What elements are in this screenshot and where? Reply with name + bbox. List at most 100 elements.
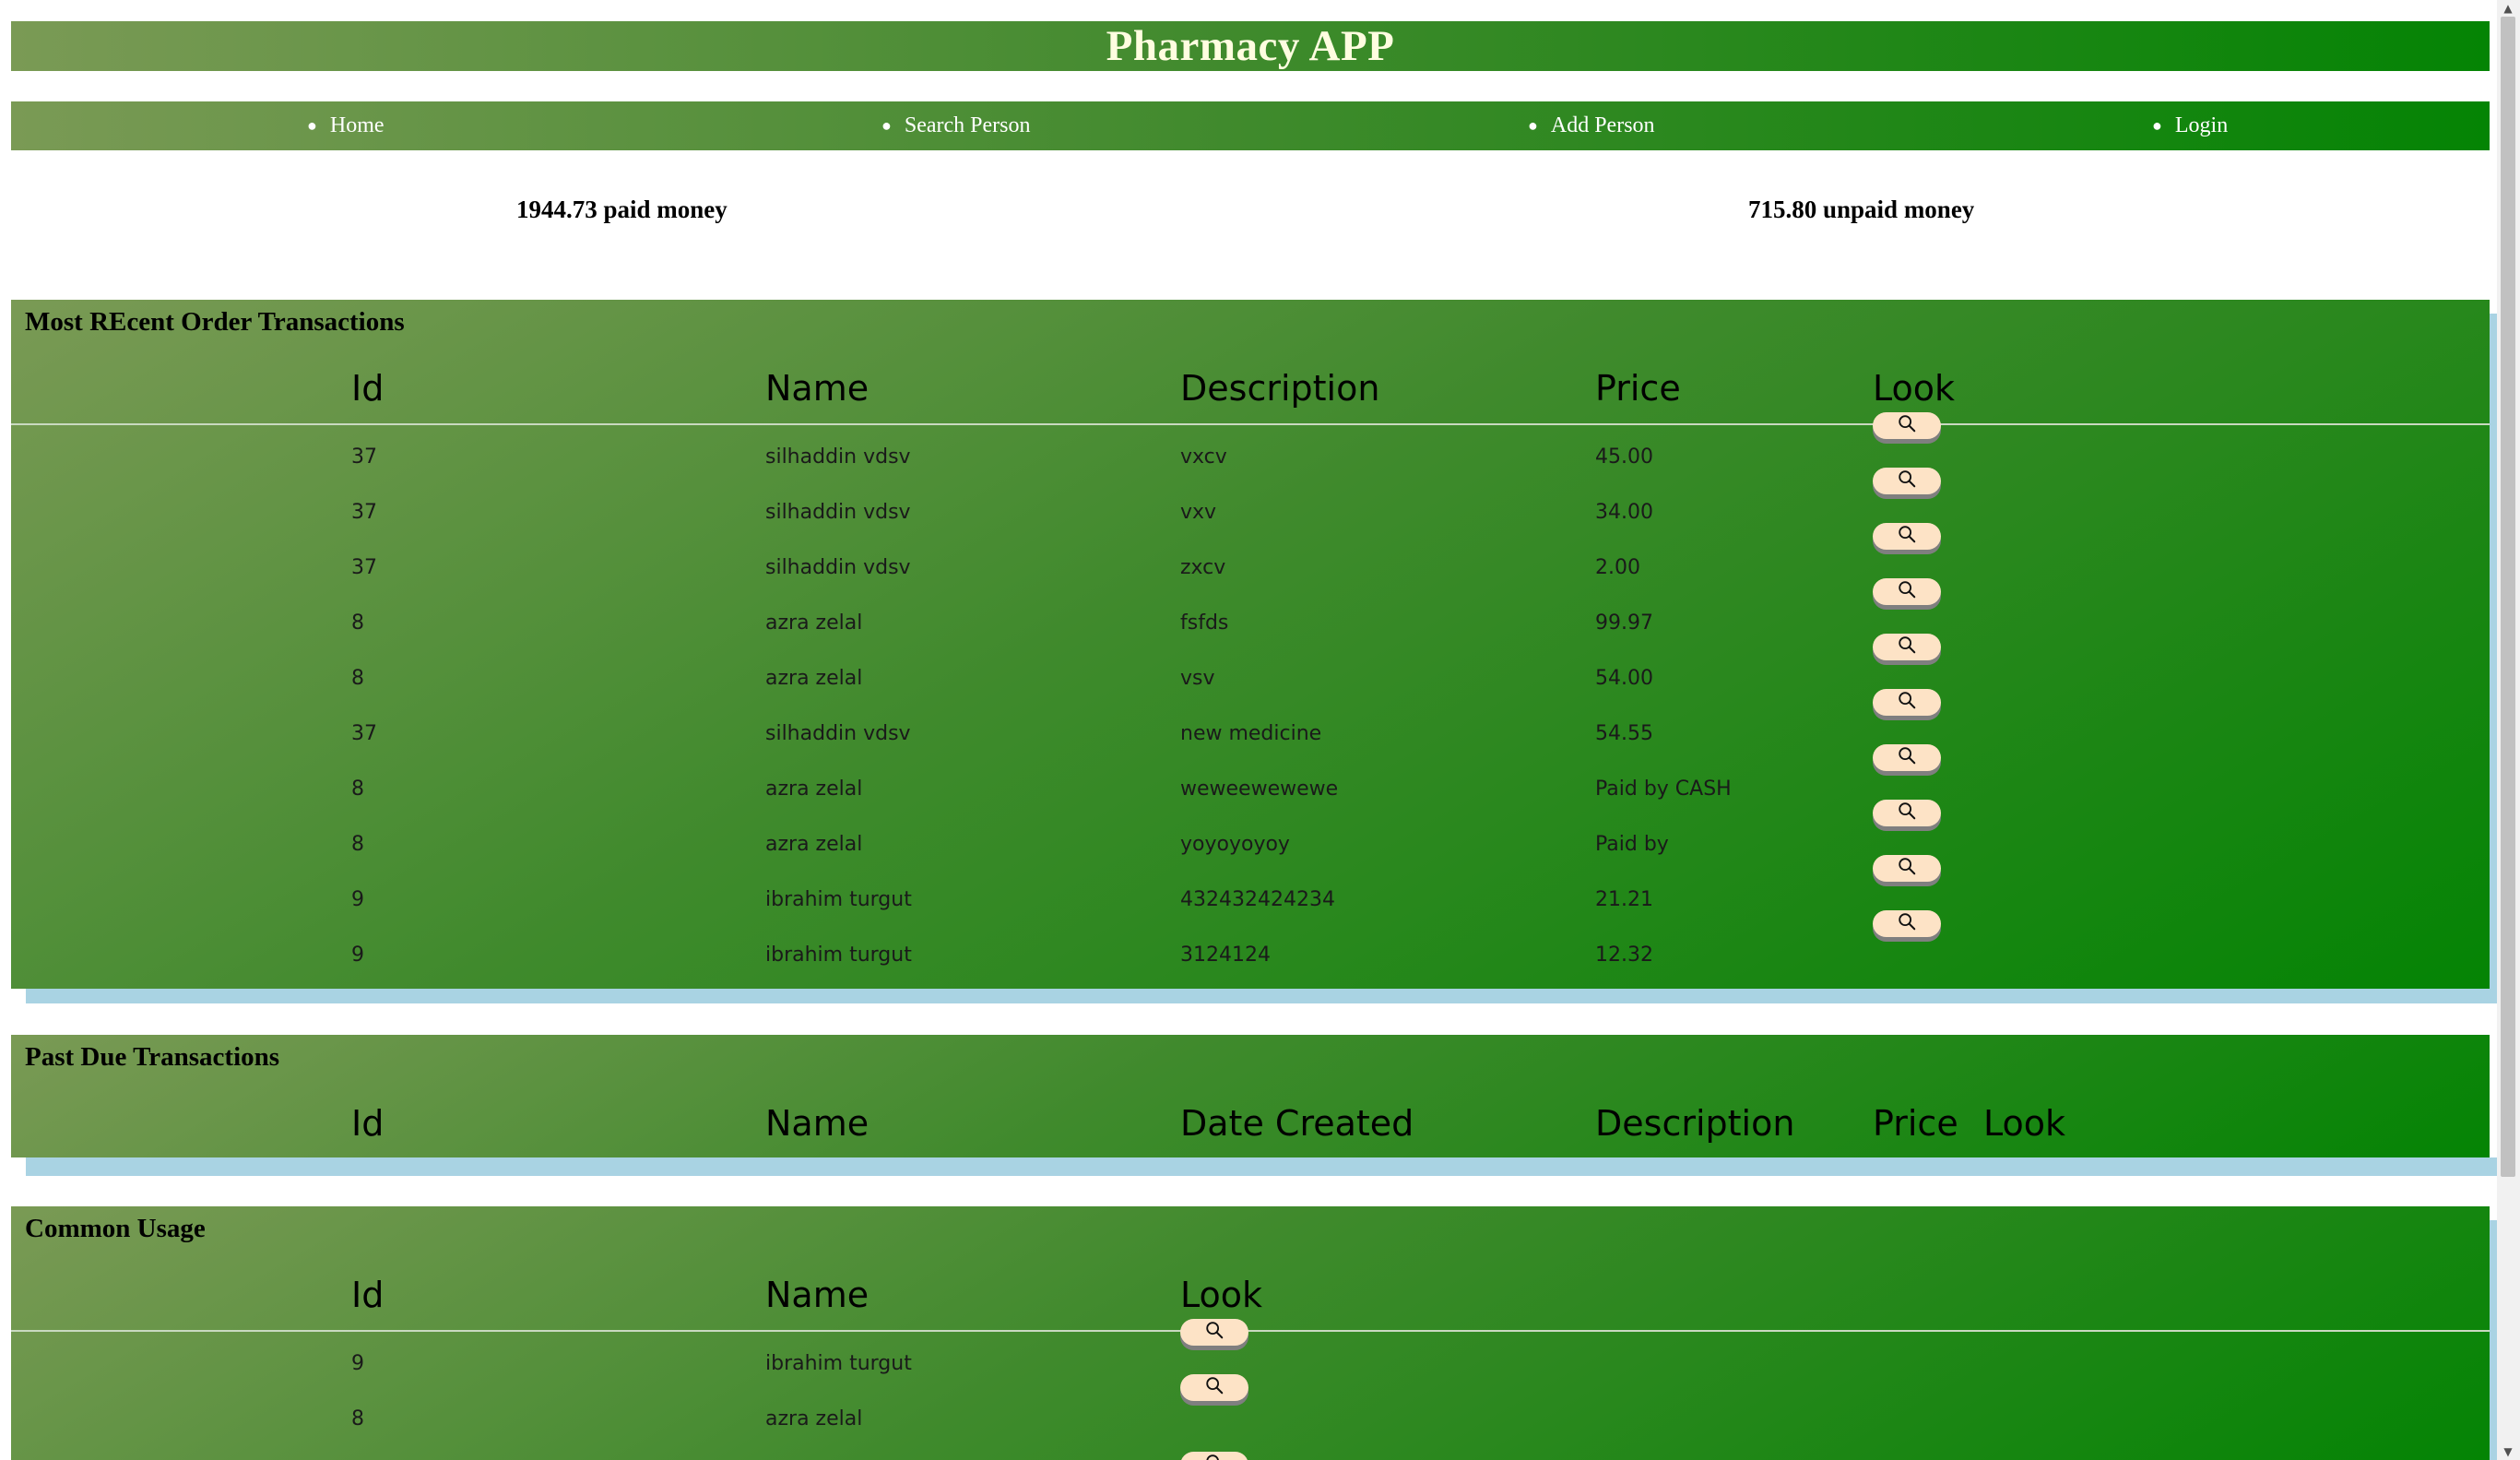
nav-item-add-person[interactable]: ● Add Person (1528, 101, 1655, 150)
unpaid-money: 715.80 unpaid money (1748, 196, 1975, 223)
look-button[interactable] (1873, 634, 1941, 660)
column-header-id: Id (351, 1103, 385, 1144)
column-header-look: Look (1983, 1103, 2066, 1144)
search-icon (1897, 469, 1917, 493)
cell-name: silhaddin vdsv (765, 445, 911, 469)
nav-item-home[interactable]: ● Home (307, 101, 385, 150)
column-header-name: Name (765, 1275, 870, 1315)
column-header-id: Id (351, 1275, 385, 1315)
cell-description: yoyoyoyoy (1180, 833, 1290, 856)
look-button[interactable] (1873, 744, 1941, 771)
nav-label: Home (329, 113, 385, 137)
header-divider (11, 423, 2490, 425)
nav-label: Search Person (904, 113, 1031, 137)
cell-price: Paid by (1595, 833, 1669, 856)
cell-price: Paid by CASH (1595, 777, 1732, 801)
search-icon (1897, 801, 1917, 825)
cell-name: silhaddin vdsv (765, 556, 911, 579)
cell-id: 9 (351, 1352, 364, 1375)
past-due-title: Past Due Transactions (25, 1042, 280, 1072)
cell-id: 37 (351, 501, 377, 524)
cell-id: 37 (351, 722, 377, 745)
cell-price: 45.00 (1595, 445, 1653, 469)
column-header-id: Id (351, 368, 385, 409)
header-divider (11, 1330, 2490, 1332)
cell-description: new medicine (1180, 722, 1322, 745)
look-button[interactable] (1180, 1319, 1248, 1346)
cell-id: 37 (351, 445, 377, 469)
look-button[interactable] (1873, 412, 1941, 439)
look-button[interactable] (1180, 1374, 1248, 1401)
column-header-date-created: Date Created (1180, 1103, 1414, 1144)
cell-name: azra zelal (765, 1407, 863, 1430)
cell-id: 9 (351, 888, 364, 911)
panel-shadow (26, 1157, 2497, 1176)
bullet-icon: ● (1528, 116, 1538, 135)
cell-name: ibrahim turgut (765, 944, 912, 967)
cell-id: 8 (351, 777, 364, 801)
bullet-icon: ● (881, 116, 892, 135)
search-icon (1897, 745, 1917, 770)
look-button[interactable] (1873, 689, 1941, 716)
cell-description: 3124124 (1180, 944, 1271, 967)
look-button[interactable] (1873, 800, 1941, 826)
look-button[interactable] (1873, 523, 1941, 550)
cell-name: azra zelal (765, 667, 863, 690)
cell-id: 9 (351, 944, 364, 967)
app-title: Pharmacy APP (1106, 22, 1395, 70)
cell-price: 21.21 (1595, 888, 1653, 911)
scroll-down-arrow-icon[interactable]: ▼ (2501, 1445, 2515, 1458)
cell-description: zxcv (1180, 556, 1226, 579)
search-icon (1897, 413, 1917, 438)
cell-description: vxcv (1180, 445, 1227, 469)
cell-id: 8 (351, 833, 364, 856)
cell-price: 54.55 (1595, 722, 1653, 745)
search-icon (1204, 1320, 1225, 1345)
cell-id: 8 (351, 667, 364, 690)
nav-item-login[interactable]: ● Login (2152, 101, 2228, 150)
common-usage-title: Common Usage (25, 1214, 206, 1243)
cell-id: 37 (351, 556, 377, 579)
cell-id: 8 (351, 1407, 364, 1430)
nav-label: Add Person (1550, 113, 1655, 137)
scrollbar-thumb[interactable] (2501, 17, 2515, 1177)
cell-price: 54.00 (1595, 667, 1653, 690)
cell-price: 12.32 (1595, 944, 1653, 967)
paid-money: 1944.73 paid money (516, 196, 728, 223)
nav-item-search-person[interactable]: ● Search Person (881, 101, 1031, 150)
column-header-name: Name (765, 1103, 870, 1144)
look-button[interactable] (1873, 578, 1941, 605)
scroll-up-arrow-icon[interactable]: ▲ (2501, 2, 2515, 15)
search-icon (1204, 1375, 1225, 1400)
nav-label: Login (2174, 113, 2229, 137)
cell-description: weweewewewe (1180, 777, 1339, 801)
search-icon (1897, 911, 1917, 936)
look-button[interactable] (1180, 1452, 1248, 1460)
column-header-description: Description (1595, 1103, 1795, 1144)
cell-name: azra zelal (765, 777, 863, 801)
column-header-description: Description (1180, 368, 1380, 409)
cell-name: ibrahim turgut (765, 1352, 912, 1375)
look-button[interactable] (1873, 468, 1941, 494)
common-usage-panel: Common Usage Id Name Look 9 ibrahim turgu… (11, 1206, 2490, 1460)
cell-id: 8 (351, 611, 364, 635)
past-due-panel: Past Due Transactions Id Name Date Creat… (11, 1035, 2490, 1157)
search-icon (1897, 524, 1917, 549)
cell-description: vxv (1180, 501, 1217, 524)
cell-name: ibrahim turgut (765, 888, 912, 911)
cell-description: fsfds (1180, 611, 1229, 635)
cell-price: 2.00 (1595, 556, 1640, 579)
cell-name: silhaddin vdsv (765, 501, 911, 524)
look-button[interactable] (1873, 855, 1941, 882)
search-icon (1897, 635, 1917, 659)
cell-price: 34.00 (1595, 501, 1653, 524)
column-header-price: Price (1595, 368, 1681, 409)
cell-name: azra zelal (765, 833, 863, 856)
recent-transactions-panel: Most REcent Order Transactions Id Name D… (11, 300, 2490, 989)
look-button[interactable] (1873, 910, 1941, 937)
column-header-name: Name (765, 368, 870, 409)
search-icon (1897, 856, 1917, 881)
cell-name: azra zelal (765, 611, 863, 635)
cell-description: 432432424234 (1180, 888, 1335, 911)
search-icon (1897, 690, 1917, 715)
